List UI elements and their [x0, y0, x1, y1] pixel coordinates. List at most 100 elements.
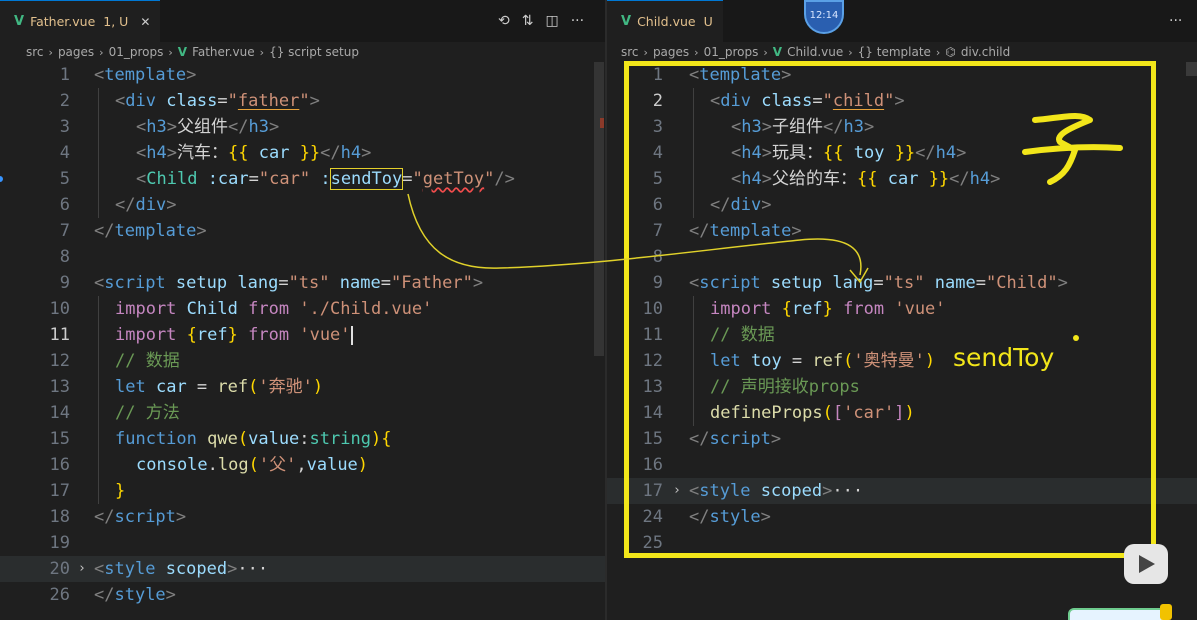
code-line[interactable]: 26 </style> — [0, 582, 605, 608]
code-token: div — [125, 91, 156, 111]
code-token: = — [402, 169, 413, 189]
code-token: template — [104, 65, 187, 85]
code-text: import {ref} from 'vue' — [115, 322, 353, 348]
line-number: 4 — [59, 143, 70, 163]
code-line[interactable]: 11 import {ref} from 'vue' — [0, 322, 605, 348]
code-line[interactable]: 6 </div> — [0, 192, 605, 218]
breadcrumb-item[interactable]: 01_props — [704, 45, 759, 59]
code-line[interactable]: 16 console.log('父',value) — [0, 452, 605, 478]
tab-child-vue[interactable]: V Child.vue U — [607, 0, 723, 42]
code-text: </script> — [94, 504, 186, 530]
breadcrumb-item[interactable]: {} template — [858, 45, 931, 59]
code-text: <style scoped>··· — [94, 556, 268, 582]
code-token: /> — [494, 169, 515, 189]
code-line[interactable]: 3 <h3>父组件</h3> — [0, 114, 605, 140]
code-token: '父' — [258, 455, 297, 475]
breadcrumb-item[interactable]: 01_props — [109, 45, 164, 59]
code-token: father — [237, 91, 300, 111]
breadcrumb-item[interactable]: src — [26, 45, 44, 59]
close-icon[interactable]: ✕ — [140, 15, 150, 29]
code-line[interactable]: 7 </template> — [0, 218, 605, 244]
corner-chip-badge — [1160, 604, 1172, 620]
code-token: { — [381, 429, 392, 449]
code-token: template — [114, 221, 197, 241]
code-line[interactable]: 19 — [0, 530, 605, 556]
code-line[interactable]: 10 import Child from './Child.vue' — [0, 296, 605, 322]
code-token: sendToy — [329, 168, 404, 190]
code-token: // 方法 — [115, 403, 180, 423]
breadcrumb-item[interactable]: pages — [58, 45, 94, 59]
code-editor[interactable]: 1 <template> 2 <div class="father"> 3 <h3>父组件… — [0, 62, 605, 620]
code-line[interactable]: 14 // 方法 — [0, 400, 605, 426]
code-token: setup — [175, 273, 228, 293]
code-token: " — [299, 91, 310, 111]
code-token: h4 — [340, 143, 362, 163]
tab-father-vue[interactable]: V Father.vue 1, U ✕ — [0, 0, 161, 42]
code-line[interactable]: 15 function qwe(value:string){ — [0, 426, 605, 452]
code-token: Child — [186, 299, 238, 319]
chevron-right-icon: › — [643, 45, 648, 59]
code-token: '奔驰' — [258, 377, 313, 397]
line-number: 15 — [49, 429, 70, 449]
code-line[interactable]: 9 <script setup lang="ts" name="Father"> — [0, 270, 605, 296]
code-line[interactable]: 4 <h4>汽车：{{ car }}</h4> — [0, 140, 605, 166]
breadcrumb: src › pages › 01_props › V Father.vue › … — [0, 42, 605, 62]
history-icon[interactable]: ⟲ — [498, 13, 510, 29]
code-token: { — [186, 325, 197, 345]
code-token: < — [94, 559, 105, 579]
code-token: car — [258, 143, 290, 163]
breadcrumb-item[interactable]: Father.vue — [192, 45, 255, 59]
code-token: </ — [227, 117, 249, 137]
minimap[interactable] — [1186, 62, 1197, 76]
code-line[interactable]: 12 // 数据 — [0, 348, 605, 374]
breadcrumb-item[interactable]: Child.vue — [787, 45, 843, 59]
code-token: > — [175, 507, 187, 527]
video-player-icon[interactable] — [1124, 544, 1168, 584]
breadcrumb-item[interactable]: src — [621, 45, 639, 59]
compare-changes-icon[interactable]: ⇅ — [522, 13, 534, 29]
tab-title: Child.vue — [637, 14, 696, 29]
code-line[interactable]: 17} — [0, 478, 605, 504]
more-actions-icon[interactable]: ··· — [571, 13, 584, 29]
more-actions-icon[interactable]: ··· — [1169, 13, 1182, 29]
code-token: from — [248, 325, 290, 345]
breadcrumb-item[interactable]: div.child — [961, 45, 1010, 59]
code-line[interactable]: 8 — [0, 244, 605, 270]
code-token: </ — [320, 143, 341, 163]
code-line[interactable]: 18 </script> — [0, 504, 605, 530]
code-line[interactable]: 13 let car = ref('奔驰') — [0, 374, 605, 400]
editor-actions: ··· — [1169, 0, 1182, 42]
scrollbar[interactable] — [594, 62, 604, 356]
code-token: ) — [357, 455, 369, 475]
tab-status-badge: U — [703, 14, 713, 29]
split-editor-icon[interactable]: ◫ — [545, 13, 558, 29]
code-token: getToy — [422, 169, 485, 189]
breadcrumb-item[interactable]: pages — [653, 45, 689, 59]
code-line[interactable]: 20 › <style scoped>··· — [0, 556, 605, 582]
code-token: car — [155, 377, 187, 397]
code-token: < — [94, 273, 105, 293]
code-token: < — [136, 143, 147, 163]
code-token: " — [412, 169, 423, 189]
chevron-right-icon: › — [694, 45, 699, 59]
code-token: = — [217, 91, 228, 111]
chevron-right-icon: › — [48, 45, 53, 59]
fold-chevron-icon[interactable]: › — [78, 556, 86, 582]
code-token: from — [248, 299, 290, 319]
code-token: : — [320, 169, 331, 189]
code-line[interactable]: 2 <div class="father"> — [0, 88, 605, 114]
code-line[interactable]: 5 <Child :car="car" :sendToy="getToy"/> — [0, 166, 605, 192]
code-token: lang — [237, 273, 279, 293]
code-line[interactable]: 1 <template> — [0, 62, 605, 88]
code-token: {{ — [227, 143, 249, 163]
tab-problem-badge: 1, U — [103, 14, 129, 29]
code-token: h3 — [146, 117, 167, 137]
code-token: > — [166, 195, 177, 215]
breadcrumb-item[interactable]: {} script setup — [269, 45, 359, 59]
code-text: function qwe(value:string){ — [115, 426, 391, 452]
